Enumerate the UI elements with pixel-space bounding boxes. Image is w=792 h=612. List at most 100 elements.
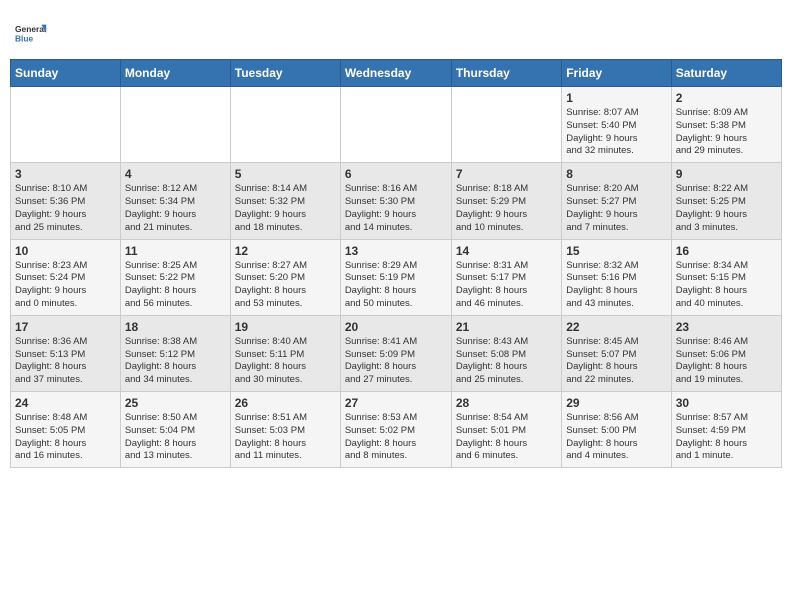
day-info: Sunrise: 8:34 AM Sunset: 5:15 PM Dayligh… [676,260,777,311]
day-info: Sunrise: 8:50 AM Sunset: 5:04 PM Dayligh… [125,412,226,463]
weekday-header-thursday: Thursday [451,60,561,87]
day-number: 6 [345,167,447,181]
day-info: Sunrise: 8:43 AM Sunset: 5:08 PM Dayligh… [456,336,557,387]
calendar-cell: 16 Sunrise: 8:34 AM Sunset: 5:15 PM Dayli… [671,239,781,315]
day-number: 19 [235,320,336,334]
calendar-cell: 11 Sunrise: 8:25 AM Sunset: 5:22 PM Dayli… [120,239,230,315]
day-number: 8 [566,167,666,181]
day-info: Sunrise: 8:56 AM Sunset: 5:00 PM Dayligh… [566,412,666,463]
calendar-cell: 25 Sunrise: 8:50 AM Sunset: 5:04 PM Dayli… [120,392,230,468]
svg-text:Blue: Blue [15,33,34,43]
day-number: 17 [15,320,116,334]
calendar-cell: 12 Sunrise: 8:27 AM Sunset: 5:20 PM Dayli… [230,239,340,315]
day-number: 9 [676,167,777,181]
calendar-cell [340,87,451,163]
day-number: 7 [456,167,557,181]
logo-icon: GeneralBlue [15,15,51,51]
calendar-cell: 23 Sunrise: 8:46 AM Sunset: 5:06 PM Dayli… [671,315,781,391]
day-info: Sunrise: 8:51 AM Sunset: 5:03 PM Dayligh… [235,412,336,463]
day-number: 12 [235,244,336,258]
day-info: Sunrise: 8:23 AM Sunset: 5:24 PM Dayligh… [15,260,116,311]
day-info: Sunrise: 8:14 AM Sunset: 5:32 PM Dayligh… [235,183,336,234]
weekday-header-tuesday: Tuesday [230,60,340,87]
day-number: 25 [125,396,226,410]
day-number: 4 [125,167,226,181]
calendar-cell [120,87,230,163]
calendar-cell: 28 Sunrise: 8:54 AM Sunset: 5:01 PM Dayli… [451,392,561,468]
calendar-cell: 29 Sunrise: 8:56 AM Sunset: 5:00 PM Dayli… [562,392,671,468]
day-number: 23 [676,320,777,334]
day-info: Sunrise: 8:27 AM Sunset: 5:20 PM Dayligh… [235,260,336,311]
calendar-cell: 14 Sunrise: 8:31 AM Sunset: 5:17 PM Dayli… [451,239,561,315]
day-info: Sunrise: 8:07 AM Sunset: 5:40 PM Dayligh… [566,107,666,158]
day-info: Sunrise: 8:57 AM Sunset: 4:59 PM Dayligh… [676,412,777,463]
day-info: Sunrise: 8:29 AM Sunset: 5:19 PM Dayligh… [345,260,447,311]
calendar-cell: 7 Sunrise: 8:18 AM Sunset: 5:29 PM Daylig… [451,163,561,239]
calendar-cell [230,87,340,163]
calendar-cell [11,87,121,163]
calendar-cell: 27 Sunrise: 8:53 AM Sunset: 5:02 PM Dayli… [340,392,451,468]
svg-text:General: General [15,24,46,34]
day-number: 26 [235,396,336,410]
day-info: Sunrise: 8:18 AM Sunset: 5:29 PM Dayligh… [456,183,557,234]
day-info: Sunrise: 8:53 AM Sunset: 5:02 PM Dayligh… [345,412,447,463]
day-number: 20 [345,320,447,334]
day-info: Sunrise: 8:16 AM Sunset: 5:30 PM Dayligh… [345,183,447,234]
weekday-header-wednesday: Wednesday [340,60,451,87]
calendar-cell: 15 Sunrise: 8:32 AM Sunset: 5:16 PM Dayli… [562,239,671,315]
day-number: 28 [456,396,557,410]
calendar-cell: 20 Sunrise: 8:41 AM Sunset: 5:09 PM Dayli… [340,315,451,391]
day-number: 14 [456,244,557,258]
calendar-cell: 1 Sunrise: 8:07 AM Sunset: 5:40 PM Daylig… [562,87,671,163]
weekday-header-monday: Monday [120,60,230,87]
calendar-cell: 3Sunrise: 8:10 AM Sunset: 5:36 PM Daylig… [11,163,121,239]
weekday-header-friday: Friday [562,60,671,87]
day-number: 21 [456,320,557,334]
day-number: 1 [566,91,666,105]
day-number: 15 [566,244,666,258]
calendar-cell: 22 Sunrise: 8:45 AM Sunset: 5:07 PM Dayli… [562,315,671,391]
day-info: Sunrise: 8:32 AM Sunset: 5:16 PM Dayligh… [566,260,666,311]
calendar-cell [451,87,561,163]
calendar-cell: 10 Sunrise: 8:23 AM Sunset: 5:24 PM Dayli… [11,239,121,315]
logo: GeneralBlue [15,15,51,51]
day-number: 24 [15,396,116,410]
calendar-cell: 13 Sunrise: 8:29 AM Sunset: 5:19 PM Dayli… [340,239,451,315]
day-info: Sunrise: 8:41 AM Sunset: 5:09 PM Dayligh… [345,336,447,387]
calendar-cell: 21 Sunrise: 8:43 AM Sunset: 5:08 PM Dayli… [451,315,561,391]
day-number: 11 [125,244,226,258]
day-number: 13 [345,244,447,258]
day-number: 27 [345,396,447,410]
day-info: Sunrise: 8:46 AM Sunset: 5:06 PM Dayligh… [676,336,777,387]
day-info: Sunrise: 8:31 AM Sunset: 5:17 PM Dayligh… [456,260,557,311]
day-info: Sunrise: 8:09 AM Sunset: 5:38 PM Dayligh… [676,107,777,158]
calendar-cell: 9Sunrise: 8:22 AM Sunset: 5:25 PM Daylig… [671,163,781,239]
day-info: Sunrise: 8:54 AM Sunset: 5:01 PM Dayligh… [456,412,557,463]
day-number: 2 [676,91,777,105]
day-info: Sunrise: 8:25 AM Sunset: 5:22 PM Dayligh… [125,260,226,311]
calendar-cell: 30 Sunrise: 8:57 AM Sunset: 4:59 PM Dayli… [671,392,781,468]
day-number: 29 [566,396,666,410]
calendar-cell: 4Sunrise: 8:12 AM Sunset: 5:34 PM Daylig… [120,163,230,239]
day-info: Sunrise: 8:20 AM Sunset: 5:27 PM Dayligh… [566,183,666,234]
day-number: 3 [15,167,116,181]
calendar-cell: 6 Sunrise: 8:16 AM Sunset: 5:30 PM Daylig… [340,163,451,239]
calendar-cell: 17 Sunrise: 8:36 AM Sunset: 5:13 PM Dayli… [11,315,121,391]
day-number: 30 [676,396,777,410]
calendar-cell: 19 Sunrise: 8:40 AM Sunset: 5:11 PM Dayli… [230,315,340,391]
day-number: 22 [566,320,666,334]
day-info: Sunrise: 8:38 AM Sunset: 5:12 PM Dayligh… [125,336,226,387]
calendar-cell: 2 Sunrise: 8:09 AM Sunset: 5:38 PM Daylig… [671,87,781,163]
calendar-cell: 26 Sunrise: 8:51 AM Sunset: 5:03 PM Dayli… [230,392,340,468]
day-number: 16 [676,244,777,258]
day-info: Sunrise: 8:40 AM Sunset: 5:11 PM Dayligh… [235,336,336,387]
day-info: Sunrise: 8:48 AM Sunset: 5:05 PM Dayligh… [15,412,116,463]
calendar-cell: 18Sunrise: 8:38 AM Sunset: 5:12 PM Dayli… [120,315,230,391]
calendar-cell: 24 Sunrise: 8:48 AM Sunset: 5:05 PM Dayli… [11,392,121,468]
page-header: GeneralBlue [10,10,782,51]
weekday-header-saturday: Saturday [671,60,781,87]
day-number: 10 [15,244,116,258]
calendar-cell: 8 Sunrise: 8:20 AM Sunset: 5:27 PM Daylig… [562,163,671,239]
day-info: Sunrise: 8:36 AM Sunset: 5:13 PM Dayligh… [15,336,116,387]
day-info: Sunrise: 8:45 AM Sunset: 5:07 PM Dayligh… [566,336,666,387]
